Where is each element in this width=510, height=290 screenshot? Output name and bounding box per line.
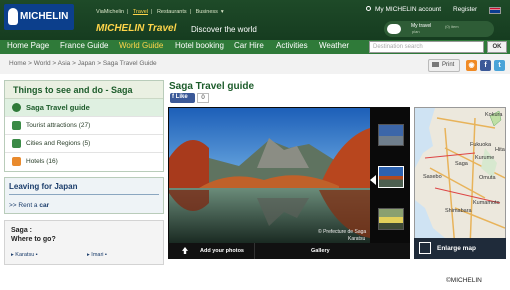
where-sub: Where to go? (11, 236, 56, 243)
nav-hotel-booking[interactable]: Hotel booking (175, 41, 224, 50)
divider (9, 194, 159, 195)
gallery-thumbnail[interactable] (378, 124, 404, 146)
where-title: Saga : (11, 227, 33, 234)
gear-icon (366, 6, 371, 11)
city-link-imari[interactable]: ▸ Imari ▪ (87, 252, 107, 258)
sidebar-item-hotels[interactable]: Hotels (16) (5, 153, 163, 171)
cities-icon (12, 139, 21, 148)
sidebar-item-cities[interactable]: Cities and Regions (5) (5, 135, 163, 153)
bibendum-icon (8, 8, 18, 25)
gallery-thumbnail-current[interactable] (378, 166, 404, 188)
like-count: 0 (197, 93, 209, 103)
map-label: Kumamoto (473, 200, 500, 206)
map-label: Hita (495, 147, 505, 153)
account-link[interactable]: My MICHELIN account (366, 6, 441, 13)
my-travel-sub: plan (412, 29, 420, 34)
link-travel[interactable]: Travel (133, 9, 148, 15)
map-label: Fukuoka (470, 142, 492, 148)
enlarge-map-button[interactable]: Enlarge map (414, 238, 506, 259)
print-button[interactable]: Print (428, 59, 460, 72)
nav-world-guide[interactable]: World Guide (119, 41, 163, 50)
where-to-go-panel: Saga : Where to go? ▸ Karatsu ▪ ▸ Imari … (4, 220, 164, 265)
nav-activities[interactable]: Activities (276, 41, 308, 50)
upload-icon (182, 247, 188, 254)
divider (254, 243, 255, 259)
twitter-icon[interactable]: t (494, 60, 505, 71)
chevron-down-icon: ▾ (220, 9, 224, 15)
my-travel-count: (0) item (445, 24, 459, 29)
map-label: Saga (455, 161, 468, 167)
uk-flag-icon[interactable] (489, 7, 501, 14)
things-title: Things to see and do - Saga (5, 81, 163, 99)
guide-icon (12, 103, 21, 112)
sidebar-item-attractions[interactable]: Tourist attractions (27) (5, 117, 163, 135)
map-label: Kokura (485, 112, 503, 118)
gallery-button[interactable]: Gallery (311, 248, 330, 254)
photo-credit: © Prefecture de Saga (318, 229, 367, 235)
brand-title: MICHELIN Travel (96, 23, 177, 34)
nav-weather[interactable]: Weather (319, 41, 349, 50)
city-link-karatsu[interactable]: ▸ Karatsu ▪ (11, 252, 38, 258)
rent-car-line: >> Rent a car (9, 202, 50, 209)
michelin-logo[interactable]: MICHELIN (4, 4, 74, 30)
map-label: Sasebo (423, 174, 442, 180)
gallery-thumbnail[interactable] (378, 208, 404, 230)
photo-caption: Karatsu (348, 236, 366, 242)
gallery-toolbar: Add your photos Gallery (168, 243, 410, 259)
nav-home[interactable]: Home Page (7, 41, 49, 50)
nav-france-guide[interactable]: France Guide (60, 41, 108, 50)
link-restaurants[interactable]: Restaurants (157, 9, 187, 15)
nav-car-hire[interactable]: Car Hire (234, 41, 264, 50)
register-link[interactable]: Register (453, 6, 477, 13)
logo-text: MICHELIN (20, 11, 69, 22)
page-title: Saga Travel guide (169, 81, 255, 92)
leaving-panel: Leaving for Japan >> Rent a car (4, 177, 164, 214)
things-panel: Things to see and do - Saga Saga Travel … (4, 80, 164, 172)
rss-icon[interactable]: ◉ (466, 60, 477, 71)
selected-arrow-icon (370, 175, 376, 185)
map-label: Omuta (479, 175, 496, 181)
search-ok-button[interactable]: OK (487, 41, 507, 53)
map-label: Kurume (475, 155, 495, 161)
car-icon (387, 24, 401, 34)
facebook-icon[interactable]: f (480, 60, 491, 71)
attractions-icon (12, 121, 21, 130)
hotel-icon (12, 157, 21, 166)
expand-icon (419, 242, 431, 254)
my-travel-widget[interactable]: My travel plan (0) item (384, 21, 494, 37)
rent-car-link[interactable]: car (39, 202, 49, 209)
mini-map[interactable]: Kokura Fukuoka Kurume Saga Omuta Hita Sa… (414, 107, 506, 259)
add-photos-button[interactable]: Add your photos (200, 248, 244, 254)
link-business[interactable]: Business (196, 9, 218, 15)
sidebar-item-guide[interactable]: Saga Travel guide (5, 99, 163, 117)
breadcrumb[interactable]: Home > World > Asia > Japan > Saga Trave… (9, 60, 157, 67)
top-links: ViaMichelin | Travel | Restaurants | Busine… (96, 9, 224, 15)
facebook-like-button[interactable]: f Like (170, 93, 195, 103)
leaving-title: Leaving for Japan (9, 182, 78, 191)
printer-icon (432, 62, 439, 67)
map-label: Shimabara (445, 208, 472, 214)
copyright: ©MICHELIN (446, 277, 482, 284)
link-viamichelin[interactable]: ViaMichelin (96, 9, 124, 15)
destination-search-input[interactable]: Destination search (369, 41, 484, 53)
main-photo[interactable] (169, 108, 370, 243)
tagline: Discover the world (191, 25, 257, 34)
